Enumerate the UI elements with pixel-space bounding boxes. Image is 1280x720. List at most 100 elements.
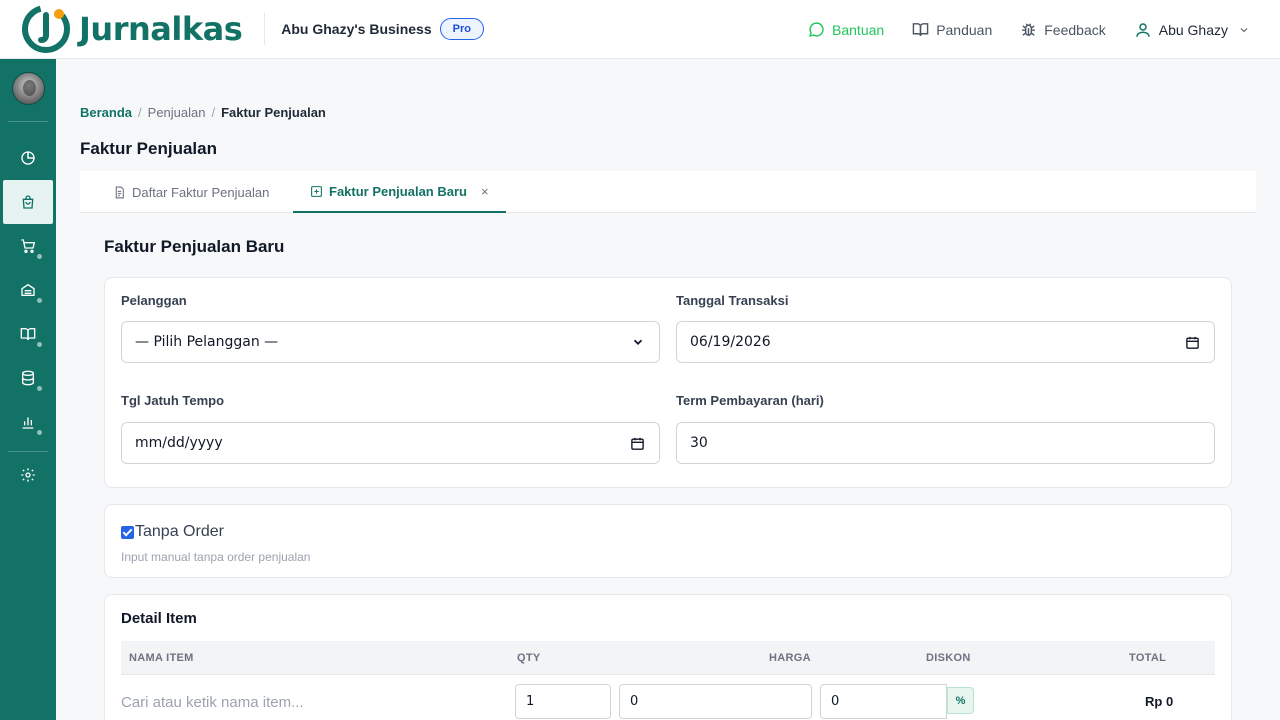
qty-value: 1 — [526, 694, 535, 709]
business-name[interactable]: Abu Ghazy's Business — [281, 21, 431, 37]
submenu-dot — [37, 386, 42, 391]
row-total: Rp 0 — [1145, 694, 1174, 709]
tab-label: Faktur Penjualan Baru — [329, 183, 467, 199]
user-name: Abu Ghazy — [1158, 21, 1228, 38]
sidebar-item-purchases[interactable] — [0, 224, 56, 268]
breadcrumb-section[interactable]: Penjualan — [148, 105, 206, 120]
due-date-placeholder: mm/dd/yyyy — [135, 435, 223, 451]
guide-link[interactable]: Panduan — [912, 21, 992, 38]
tab-bar: Daftar Faktur Penjualan Faktur Penjualan… — [80, 171, 1256, 213]
customer-label: Pelanggan — [121, 293, 187, 308]
sidebar-item-ledger[interactable] — [0, 312, 56, 356]
calendar-icon[interactable] — [1185, 335, 1200, 350]
avatar[interactable] — [12, 72, 45, 105]
purchases-icon — [21, 239, 36, 253]
submenu-dot — [37, 430, 42, 435]
tab-invoice-list[interactable]: Daftar Faktur Penjualan — [113, 171, 269, 213]
settings-icon — [21, 468, 35, 482]
sales-icon — [22, 195, 34, 209]
no-order-checkbox[interactable] — [121, 525, 134, 539]
breadcrumb-separator: / — [138, 105, 142, 120]
ledger-icon — [20, 328, 36, 341]
chevron-down-icon — [1240, 27, 1248, 32]
discount-value: 0 — [831, 694, 840, 709]
column-header: DISKON — [926, 652, 971, 664]
discount-unit-badge[interactable]: % — [947, 687, 974, 714]
customer-select[interactable]: — Pilih Pelanggan — — [121, 321, 660, 363]
form-title: Faktur Penjualan Baru — [104, 237, 285, 256]
jurnalkas-logo-icon — [22, 5, 70, 53]
payment-term-input[interactable]: 30 — [676, 422, 1215, 464]
column-header: HARGA — [769, 652, 811, 664]
calendar-icon[interactable] — [630, 436, 645, 451]
close-tab-icon[interactable]: × — [481, 184, 489, 199]
inventory-icon — [21, 283, 35, 296]
due-date-label: Tgl Jatuh Tempo — [121, 393, 225, 408]
tab-label: Daftar Faktur Penjualan — [132, 184, 270, 200]
breadcrumb-home[interactable]: Beranda — [80, 105, 132, 120]
submenu-dot — [37, 254, 42, 259]
sidebar-item-settings[interactable] — [0, 453, 56, 497]
order-option-card: Tanpa Order Input manual tanpa order pen… — [104, 504, 1232, 578]
help-label: Bantuan — [832, 21, 885, 38]
customer-select-value: — Pilih Pelanggan — — [135, 334, 279, 350]
term-label: Term Pembayaran (hari) — [676, 393, 824, 408]
book-icon — [912, 23, 929, 37]
app-logo[interactable]: Jurnalkas — [21, 4, 243, 54]
database-icon — [22, 370, 34, 386]
bug-icon — [1022, 23, 1036, 36]
transaction-date-value: 06/19/2026 — [690, 334, 771, 350]
no-order-label: Tanpa Order — [135, 523, 224, 540]
date-label: Tanggal Transaksi — [676, 293, 789, 308]
no-order-hint: Input manual tanpa order penjualan — [121, 550, 311, 564]
detail-title: Detail Item — [121, 610, 197, 627]
discount-input[interactable]: 0 — [820, 684, 947, 719]
dashboard-icon — [21, 151, 35, 165]
top-bar: Jurnalkas Abu Ghazy's Business Pro Bantu… — [0, 0, 1280, 59]
submenu-dot — [37, 298, 42, 303]
due-date-input[interactable]: mm/dd/yyyy — [121, 422, 660, 464]
user-menu[interactable]: Abu Ghazy — [1134, 21, 1250, 39]
price-input[interactable]: 0 — [619, 684, 812, 719]
sidebar-divider — [8, 121, 48, 122]
sidebar — [0, 59, 56, 720]
plus-square-icon — [311, 185, 322, 197]
item-name-input[interactable]: Cari atau ketik nama item... — [121, 694, 304, 711]
sidebar-divider — [8, 451, 48, 452]
chevron-down-icon — [633, 339, 643, 345]
main-content: Faktur Penjualan Baru Pelanggan — Pilih … — [80, 213, 1256, 720]
sidebar-item-reports[interactable] — [0, 400, 56, 444]
sidebar-item-database[interactable] — [0, 356, 56, 400]
help-link[interactable]: Bantuan — [808, 21, 884, 38]
chat-icon — [809, 22, 824, 37]
submenu-dot — [37, 342, 42, 347]
sidebar-item-dashboard[interactable] — [0, 136, 56, 180]
document-icon — [115, 186, 124, 198]
column-header: QTY — [517, 652, 541, 664]
divider — [264, 13, 266, 45]
sidebar-item-sales[interactable] — [3, 180, 53, 224]
invoice-header-card: Pelanggan — Pilih Pelanggan — Tanggal Tr… — [104, 277, 1232, 488]
feedback-link[interactable]: Feedback — [1020, 21, 1106, 38]
column-header: NAMA ITEM — [129, 652, 194, 664]
qty-input[interactable]: 1 — [515, 684, 611, 719]
plan-badge: Pro — [439, 18, 484, 40]
guide-label: Panduan — [936, 21, 993, 38]
app-name: Jurnalkas — [79, 10, 243, 48]
transaction-date-input[interactable]: 06/19/2026 — [676, 321, 1215, 363]
page-title: Faktur Penjualan — [80, 139, 217, 158]
items-table-header: NAMA ITEM QTY HARGA DISKON TOTAL — [121, 641, 1215, 675]
sidebar-item-inventory[interactable] — [0, 268, 56, 312]
feedback-label: Feedback — [1044, 21, 1106, 38]
tab-new-invoice[interactable]: Faktur Penjualan Baru × — [293, 171, 506, 213]
breadcrumb-separator: / — [211, 105, 216, 120]
breadcrumb-current: Faktur Penjualan — [221, 105, 326, 120]
price-value: 0 — [630, 694, 639, 709]
no-order-checkbox-row[interactable]: Tanpa Order — [121, 523, 224, 541]
detail-item-card: Detail Item NAMA ITEM QTY HARGA DISKON T… — [104, 594, 1232, 720]
user-icon — [1135, 22, 1150, 37]
payment-term-value: 30 — [690, 435, 708, 451]
reports-icon — [22, 417, 34, 429]
breadcrumb: Beranda / Penjualan / Faktur Penjualan — [80, 105, 326, 120]
column-header: TOTAL — [1129, 652, 1167, 664]
